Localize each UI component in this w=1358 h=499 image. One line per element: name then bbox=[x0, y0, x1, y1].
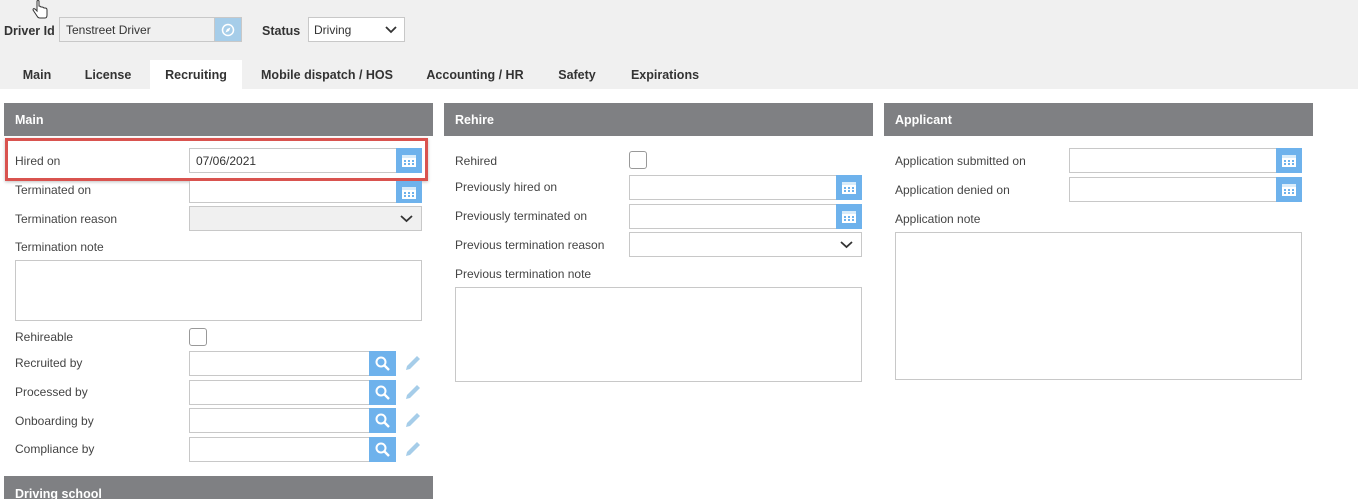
search-icon bbox=[375, 385, 390, 400]
termination-note-textarea[interactable] bbox=[15, 260, 422, 321]
pencil-icon[interactable] bbox=[403, 439, 423, 459]
driver-lookup-button[interactable] bbox=[214, 18, 241, 41]
driver-id-label: Driver Id bbox=[4, 24, 55, 38]
pencil-icon[interactable] bbox=[403, 353, 423, 373]
termination-note-label: Termination note bbox=[15, 240, 104, 254]
tab-license[interactable]: License bbox=[76, 60, 140, 89]
previous-termination-note-label: Previous termination note bbox=[455, 267, 592, 281]
tab-mobile-dispatch-hos[interactable]: Mobile dispatch / HOS bbox=[252, 60, 402, 89]
rehire-panel-header: Rehire bbox=[444, 103, 873, 136]
previous-termination-reason-select[interactable] bbox=[629, 232, 862, 257]
hand-cursor-icon bbox=[32, 0, 48, 19]
terminated-on-label: Terminated on bbox=[15, 183, 92, 197]
tab-expirations[interactable]: Expirations bbox=[622, 60, 708, 89]
previous-termination-reason-label: Previous termination reason bbox=[455, 238, 605, 252]
recruited-by-search-button[interactable] bbox=[369, 351, 396, 376]
application-submitted-field[interactable] bbox=[1069, 148, 1302, 173]
rehired-checkbox[interactable] bbox=[629, 151, 647, 169]
compliance-by-field[interactable] bbox=[189, 437, 396, 462]
compliance-by-label: Compliance by bbox=[15, 442, 95, 456]
search-icon bbox=[375, 356, 390, 371]
pencil-icon[interactable] bbox=[403, 382, 423, 402]
termination-reason-label: Termination reason bbox=[15, 212, 118, 226]
driver-id-field[interactable]: Tenstreet Driver bbox=[59, 17, 242, 42]
termination-reason-select[interactable] bbox=[189, 206, 422, 231]
rehired-label: Rehired bbox=[455, 154, 498, 168]
processed-by-search-button[interactable] bbox=[369, 380, 396, 405]
pencil-icon[interactable] bbox=[403, 410, 423, 430]
application-denied-field[interactable] bbox=[1069, 177, 1302, 202]
onboarding-by-label: Onboarding by bbox=[15, 414, 94, 428]
application-denied-label: Application denied on bbox=[895, 183, 1010, 197]
applicant-panel-header: Applicant bbox=[884, 103, 1313, 136]
compliance-by-search-button[interactable] bbox=[369, 437, 396, 462]
hired-on-calendar-button[interactable] bbox=[396, 148, 422, 173]
terminated-on-field[interactable] bbox=[189, 181, 422, 203]
onboarding-by-field[interactable] bbox=[189, 408, 396, 433]
previously-hired-calendar-button[interactable] bbox=[836, 175, 862, 200]
application-submitted-label: Application submitted on bbox=[895, 154, 1026, 168]
tab-recruiting[interactable]: Recruiting bbox=[150, 60, 242, 89]
previously-hired-label: Previously hired on bbox=[455, 180, 558, 194]
compass-icon bbox=[221, 23, 235, 36]
recruited-by-field[interactable] bbox=[189, 351, 396, 376]
terminated-on-calendar-button[interactable] bbox=[396, 181, 422, 203]
application-note-label: Application note bbox=[895, 212, 981, 226]
status-value: Driving bbox=[314, 23, 352, 37]
application-submitted-calendar-button[interactable] bbox=[1276, 148, 1302, 173]
status-select[interactable]: Driving bbox=[308, 17, 405, 42]
tab-main[interactable]: Main bbox=[8, 60, 66, 89]
application-denied-calendar-button[interactable] bbox=[1276, 177, 1302, 202]
onboarding-by-search-button[interactable] bbox=[369, 408, 396, 433]
processed-by-field[interactable] bbox=[189, 380, 396, 405]
previously-terminated-calendar-button[interactable] bbox=[836, 204, 862, 229]
search-icon bbox=[375, 442, 390, 457]
calendar-icon bbox=[1282, 184, 1296, 196]
status-label: Status bbox=[262, 24, 301, 38]
recruited-by-label: Recruited by bbox=[15, 356, 83, 370]
hired-on-field[interactable]: 07/06/2021 bbox=[189, 148, 422, 173]
previously-terminated-label: Previously terminated on bbox=[455, 209, 588, 223]
rehireable-label: Rehireable bbox=[15, 330, 74, 344]
calendar-icon bbox=[402, 155, 416, 167]
calendar-icon bbox=[842, 211, 856, 223]
main-panel-header: Main bbox=[4, 103, 433, 136]
tab-safety[interactable]: Safety bbox=[550, 60, 604, 89]
previously-terminated-field[interactable] bbox=[629, 204, 862, 229]
calendar-icon bbox=[402, 186, 416, 199]
rehireable-checkbox[interactable] bbox=[189, 328, 207, 346]
driving-school-panel-header: Driving school bbox=[4, 476, 433, 499]
calendar-icon bbox=[842, 182, 856, 194]
driver-id-value: Tenstreet Driver bbox=[66, 23, 151, 37]
search-icon bbox=[375, 413, 390, 428]
previously-hired-field[interactable] bbox=[629, 175, 862, 200]
application-note-textarea[interactable] bbox=[895, 232, 1302, 380]
chevron-down-icon bbox=[400, 215, 413, 223]
previous-termination-note-textarea[interactable] bbox=[455, 287, 862, 382]
chevron-down-icon bbox=[840, 241, 853, 249]
tab-accounting-hr[interactable]: Accounting / HR bbox=[418, 60, 532, 89]
hired-on-value: 07/06/2021 bbox=[196, 154, 257, 168]
hired-on-label: Hired on bbox=[15, 154, 61, 168]
processed-by-label: Processed by bbox=[15, 385, 88, 399]
calendar-icon bbox=[1282, 155, 1296, 167]
chevron-down-icon bbox=[385, 26, 397, 34]
